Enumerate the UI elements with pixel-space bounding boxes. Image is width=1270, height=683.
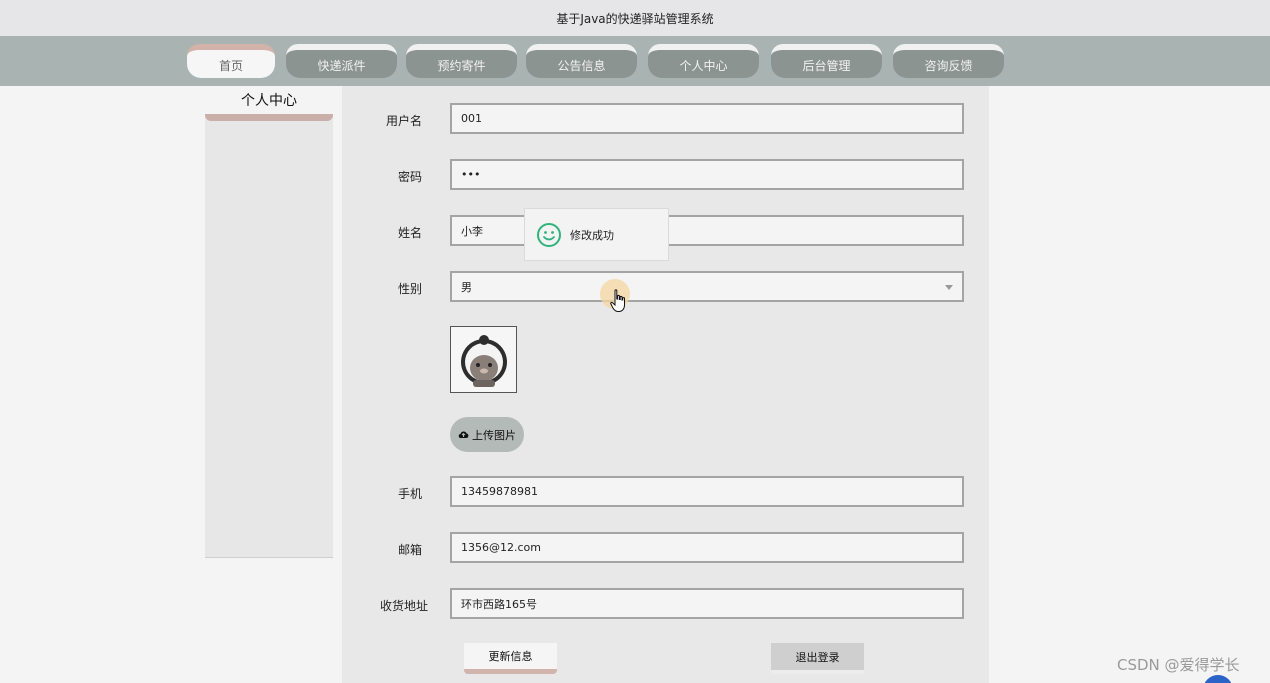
address-field[interactable]: 环市西路165号	[450, 588, 964, 619]
avatar-image	[460, 334, 507, 387]
main-nav: 首页 快递派件 预约寄件 公告信息 个人中心 后台管理 咨询反馈	[0, 36, 1270, 86]
tab-label: 快递派件	[317, 58, 366, 73]
tab-label: 个人中心	[679, 58, 728, 73]
sidebar-title[interactable]: 个人中心	[205, 86, 333, 114]
logout-button[interactable]: 退出登录	[771, 643, 864, 674]
sidebar-accent-bar	[205, 114, 333, 121]
password-field[interactable]: •••	[450, 159, 964, 190]
avatar	[450, 326, 517, 393]
phone-label: 手机	[397, 487, 422, 501]
tab-label: 后台管理	[802, 58, 851, 73]
address-label: 收货地址	[379, 599, 428, 613]
tab-label: 公告信息	[557, 58, 606, 73]
address-value: 环市西路165号	[461, 597, 537, 611]
app-title-bar: 基于Java的快递驿站管理系统	[0, 0, 1270, 36]
name-label: 姓名	[397, 226, 422, 240]
tab-booking-send[interactable]: 预约寄件	[406, 44, 517, 78]
tab-admin[interactable]: 后台管理	[771, 44, 882, 78]
username-value: 001	[461, 112, 482, 125]
tab-label: 首页	[218, 58, 243, 73]
page: 基于Java的快递驿站管理系统 首页 快递派件 预约寄件 公告信息 个人中心 后…	[0, 0, 1270, 683]
app-title: 基于Java的快递驿站管理系统	[556, 11, 714, 26]
chevron-down-icon	[945, 285, 953, 290]
phone-value: 13459878981	[461, 485, 538, 498]
hand-cursor-icon	[610, 289, 625, 312]
tab-feedback[interactable]: 咨询反馈	[893, 44, 1004, 78]
gender-select[interactable]: 男	[450, 271, 964, 302]
tab-personal-center[interactable]: 个人中心	[648, 44, 759, 78]
tab-label: 预约寄件	[437, 58, 486, 73]
email-field[interactable]: 1356@12.com	[450, 532, 964, 563]
gender-label: 性别	[397, 282, 422, 296]
profile-form: 用户名 001 密码 ••• 姓名 小李 性别 男 上传图片 手机 134598…	[342, 86, 989, 683]
email-value: 1356@12.com	[461, 541, 541, 554]
tab-home[interactable]: 首页	[187, 44, 275, 78]
tab-notices[interactable]: 公告信息	[526, 44, 637, 78]
password-label: 密码	[397, 170, 422, 184]
floating-action-button[interactable]	[1203, 675, 1233, 683]
smile-icon	[537, 222, 561, 247]
success-toast: 修改成功	[524, 208, 669, 261]
upload-label: 上传图片	[472, 428, 516, 442]
update-info-button[interactable]: 更新信息	[464, 643, 557, 674]
tab-label: 咨询反馈	[924, 58, 973, 73]
toast-message: 修改成功	[570, 228, 614, 242]
email-label: 邮箱	[397, 543, 422, 557]
tab-express-delivery[interactable]: 快递派件	[286, 44, 397, 78]
username-field[interactable]: 001	[450, 103, 964, 134]
sidebar: 个人中心	[205, 86, 333, 558]
watermark: CSDN @爱得学长	[1117, 656, 1240, 674]
name-value: 小李	[461, 224, 483, 238]
phone-field[interactable]: 13459878981	[450, 476, 964, 507]
gender-value: 男	[461, 280, 472, 294]
cloud-upload-icon	[458, 431, 469, 439]
password-value: •••	[461, 168, 481, 181]
upload-image-button[interactable]: 上传图片	[450, 417, 524, 452]
username-label: 用户名	[385, 114, 422, 128]
